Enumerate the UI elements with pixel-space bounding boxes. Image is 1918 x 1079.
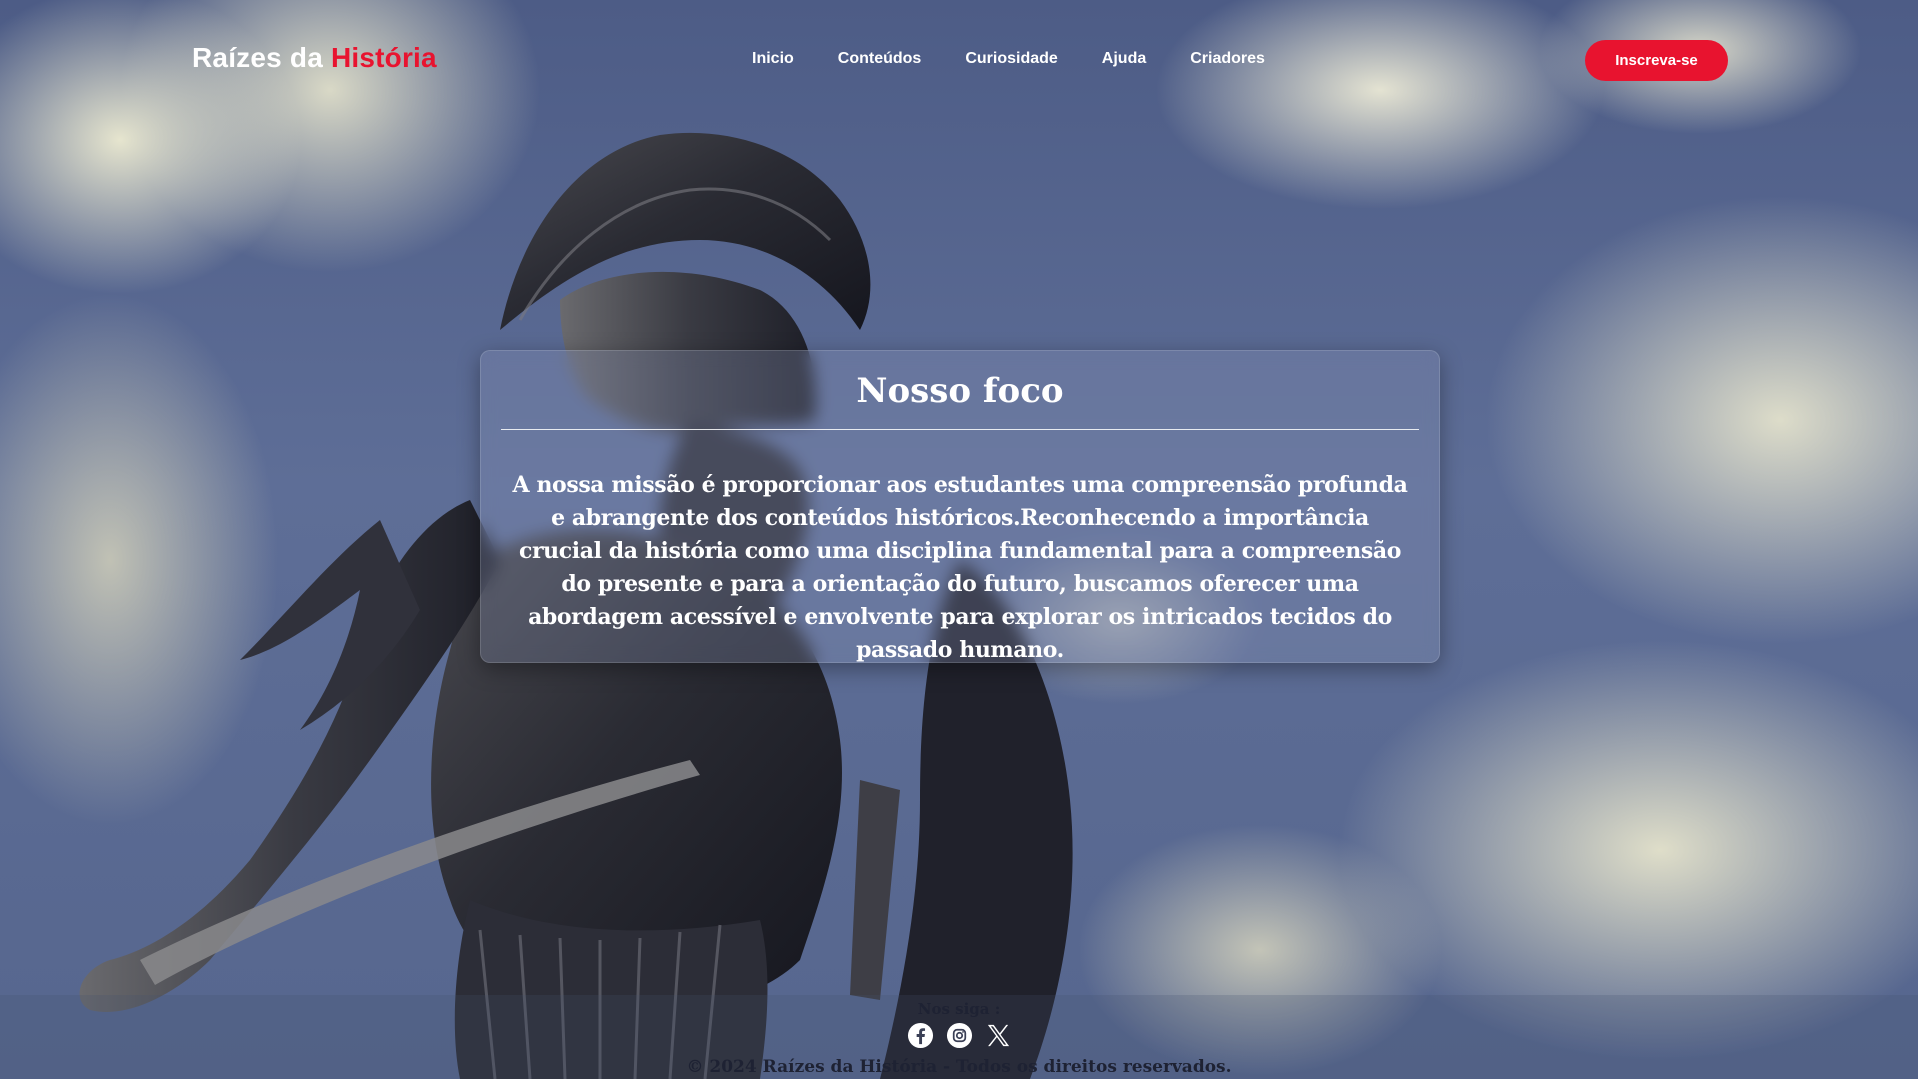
nav-link-criadores[interactable]: Criadores — [1190, 50, 1265, 68]
nav-link-inicio[interactable]: Inicio — [752, 50, 794, 68]
social-links — [907, 1022, 1012, 1049]
focus-title: Nosso foco — [856, 371, 1064, 411]
focus-card: Nosso foco A nossa missão é proporcionar… — [480, 350, 1440, 663]
site-logo[interactable]: Raízes da História — [192, 42, 437, 74]
subscribe-button[interactable]: Inscreva-se — [1585, 40, 1728, 81]
instagram-icon[interactable] — [946, 1022, 973, 1049]
facebook-icon[interactable] — [907, 1022, 934, 1049]
nav-link-ajuda[interactable]: Ajuda — [1102, 50, 1146, 68]
focus-divider — [501, 429, 1419, 430]
main-nav: Inicio Conteúdos Curiosidade Ajuda Criad… — [752, 50, 1265, 68]
brand-name-accent: História — [330, 42, 437, 73]
follow-label: Nos siga : — [917, 1000, 1001, 1018]
x-icon[interactable] — [985, 1022, 1012, 1049]
nav-link-conteudos[interactable]: Conteúdos — [838, 50, 922, 68]
copyright-text: © 2024 Raízes da História - Todos os dir… — [686, 1057, 1232, 1077]
focus-body: A nossa missão é proporcionar aos estuda… — [512, 472, 1408, 663]
nav-link-curiosidade[interactable]: Curiosidade — [965, 50, 1057, 68]
brand-name: Raízes da — [192, 42, 331, 73]
